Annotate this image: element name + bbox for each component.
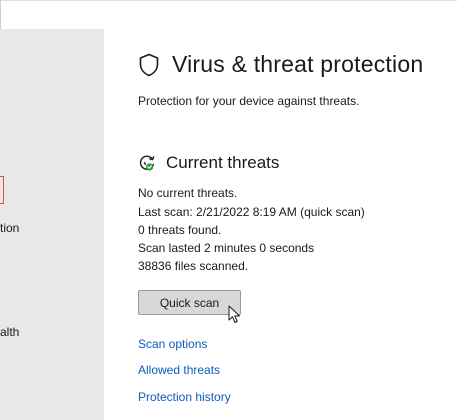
last-scan-text: Last scan: 2/21/2022 8:19 AM (quick scan…: [138, 205, 365, 219]
allowed-threats-link[interactable]: Allowed threats: [138, 363, 220, 377]
scan-duration-text: Scan lasted 2 minutes 0 seconds: [138, 241, 315, 255]
main-content: Virus & threat protection Protection for…: [104, 29, 457, 420]
protection-history-link[interactable]: Protection history: [138, 390, 231, 404]
sidebar-item-device-health[interactable]: alth: [0, 325, 19, 339]
threat-status-ok-icon: [139, 155, 155, 171]
sidebar-item-virus-protection[interactable]: tion: [0, 221, 19, 235]
sidebar-selected-item-marker[interactable]: [0, 176, 4, 204]
files-scanned-text: 38836 files scanned.: [138, 259, 249, 273]
threat-status-text: No current threats.: [138, 186, 238, 200]
page-header: Virus & threat protection: [138, 51, 423, 78]
scan-options-link[interactable]: Scan options: [138, 337, 207, 351]
quick-scan-button[interactable]: Quick scan: [138, 290, 241, 315]
mouse-pointer-icon: [228, 305, 240, 323]
window-border-top: [0, 0, 457, 1]
threats-found-text: 0 threats found.: [138, 223, 222, 237]
shield-outline-icon: [139, 53, 159, 76]
window-frame: [0, 0, 457, 28]
current-threats-header: Current threats: [138, 153, 279, 173]
sidebar: tion alth: [0, 29, 104, 420]
page-title: Virus & threat protection: [172, 51, 424, 77]
page-subtitle: Protection for your device against threa…: [138, 94, 360, 108]
section-title-current-threats: Current threats: [166, 153, 280, 172]
